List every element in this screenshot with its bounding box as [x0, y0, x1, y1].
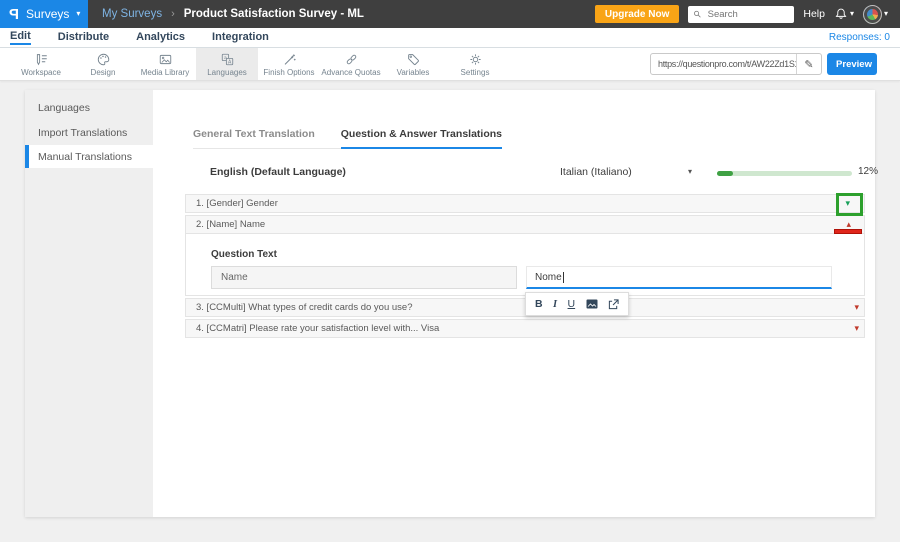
sidebar-item-import-translations[interactable]: Import Translations [25, 121, 153, 144]
topbar-right: Upgrade Now Help ▾ ▾ [594, 4, 900, 24]
chevron-down-icon: ▾ [883, 9, 888, 18]
upgrade-now-button[interactable]: Upgrade Now [594, 5, 680, 23]
toolbar-item-settings[interactable]: Settings [444, 48, 506, 80]
toolbar-item-design[interactable]: Media Library Design [72, 48, 134, 80]
toolbar-item-languages[interactable]: aA Languages [196, 48, 258, 80]
format-toolbar: B I U [525, 292, 629, 316]
workspace-icon [36, 53, 47, 65]
search-input[interactable] [705, 7, 790, 21]
expand-caret-icon[interactable]: ▾ [854, 323, 859, 334]
toolbar-item-advance-quotas[interactable]: Advance Quotas [320, 48, 382, 80]
progress-fill [717, 171, 734, 176]
question-title: 4. [CCMatri] Please rate your satisfacti… [196, 323, 440, 334]
question-title: 3. [CCMulti] What types of credit cards … [196, 302, 413, 313]
toolbar-items: Workspace Media Library Design Media Lib… [10, 48, 506, 80]
global-search[interactable] [688, 5, 795, 23]
question-row-ccmatri[interactable]: 4. [CCMatri] Please rate your satisfacti… [185, 319, 865, 338]
account-menu[interactable]: ▾ [862, 4, 888, 24]
italic-button[interactable]: I [553, 299, 557, 310]
external-link-icon [608, 298, 619, 309]
nav-item-edit[interactable]: Edit [10, 30, 31, 45]
nav-item-analytics[interactable]: Analytics [136, 31, 185, 44]
nav-item-integration[interactable]: Integration [212, 31, 269, 44]
question-list: 1. [Gender] Gender ▾ 2. [Name] Name ▴ Qu… [185, 194, 865, 338]
tab-general-text-translation[interactable]: General Text Translation [193, 128, 315, 148]
target-language-select[interactable]: Italian (Italiano) [560, 166, 632, 178]
product-menu-label: Surveys [26, 7, 70, 21]
image-icon [159, 54, 171, 64]
toolbar-item-workspace[interactable]: Workspace [10, 48, 72, 80]
breadcrumb-separator: › [171, 8, 175, 20]
breadcrumb-my-surveys[interactable]: My Surveys [102, 8, 162, 20]
gear-icon [469, 53, 481, 65]
notifications-button[interactable]: ▾ [834, 7, 854, 21]
progress-percent: 12% [858, 166, 879, 177]
source-text-field[interactable]: Name [211, 266, 517, 289]
question-title: 1. [Gender] Gender [196, 198, 278, 209]
edit-toolbar: Workspace Media Library Design Media Lib… [0, 48, 900, 81]
palette-icon [97, 53, 109, 65]
product-menu[interactable]: P Surveys ▾ [0, 0, 88, 28]
tab-question-answer-translations[interactable]: Question & Answer Translations [340, 128, 502, 149]
expand-caret-icon[interactable]: ▾ [845, 198, 850, 209]
expand-caret-icon[interactable]: ▾ [854, 302, 859, 313]
chevron-down-icon: ▾ [76, 9, 81, 18]
image-icon [586, 299, 598, 309]
magic-wand-icon [284, 53, 296, 65]
translation-tabs: General Text Translation Question & Answ… [193, 128, 502, 149]
responses-count[interactable]: Responses: 0 [829, 32, 890, 43]
insert-image-button[interactable] [586, 299, 598, 309]
nav-item-distribute[interactable]: Distribute [58, 31, 109, 44]
breadcrumb: My Surveys › Product Satisfaction Survey… [102, 8, 364, 20]
search-icon [694, 10, 702, 18]
translation-editor-panel: Question Text Name Nome [185, 234, 865, 296]
translations-card: Languages Import Translations Manual Tra… [25, 90, 879, 517]
sidebar-item-languages[interactable]: Languages [25, 96, 153, 119]
toolbar-item-variables[interactable]: Variables [382, 48, 444, 80]
survey-nav: Edit Distribute Analytics Integration Re… [0, 28, 900, 48]
question-row-name[interactable]: 2. [Name] Name ▴ [185, 215, 865, 234]
survey-url[interactable]: https://questionpro.com/t/AW22Zd1S1 [651, 59, 796, 69]
bold-button[interactable]: B [535, 298, 543, 310]
underline-button[interactable]: U [568, 298, 576, 310]
top-bar: P Surveys ▾ My Surveys › Product Satisfa… [0, 0, 900, 28]
svg-text:a: a [223, 56, 226, 61]
chain-link-icon [346, 54, 356, 64]
pencil-icon: ✎ [804, 58, 814, 71]
translate-icon: aA [221, 53, 233, 65]
survey-title: Product Satisfaction Survey - ML [183, 8, 364, 20]
question-text-label: Question Text [211, 249, 277, 260]
sidebar-item-manual-translations[interactable]: Manual Translations [25, 145, 153, 168]
chevron-down-icon: ▾ [849, 9, 854, 18]
translation-progress-bar [717, 171, 852, 176]
questionpro-app: P Surveys ▾ My Surveys › Product Satisfa… [0, 0, 900, 542]
chevron-down-icon[interactable]: ▾ [688, 167, 692, 176]
source-language-label: English (Default Language) [210, 166, 346, 178]
translations-sidebar: Languages Import Translations Manual Tra… [25, 90, 153, 517]
target-text-field[interactable]: Nome [526, 266, 832, 289]
help-link[interactable]: Help [803, 8, 825, 20]
question-title: 2. [Name] Name [196, 219, 266, 230]
bell-icon [835, 8, 847, 19]
preview-button[interactable]: Preview [827, 53, 877, 75]
toolbar-item-finish-options[interactable]: Finish Options [258, 48, 320, 80]
questionpro-logo-icon: P [9, 5, 20, 23]
collapse-caret-icon[interactable]: ▴ [846, 219, 851, 230]
edit-url-button[interactable]: ✎ [796, 54, 821, 74]
question-row-gender[interactable]: 1. [Gender] Gender ▾ [185, 194, 865, 213]
avatar [862, 4, 882, 24]
survey-url-box: https://questionpro.com/t/AW22Zd1S1 ✎ [650, 53, 822, 75]
tag-icon [407, 53, 419, 65]
toolbar-item-media-library[interactable]: Media Library [134, 48, 196, 80]
insert-link-button[interactable] [608, 298, 619, 310]
